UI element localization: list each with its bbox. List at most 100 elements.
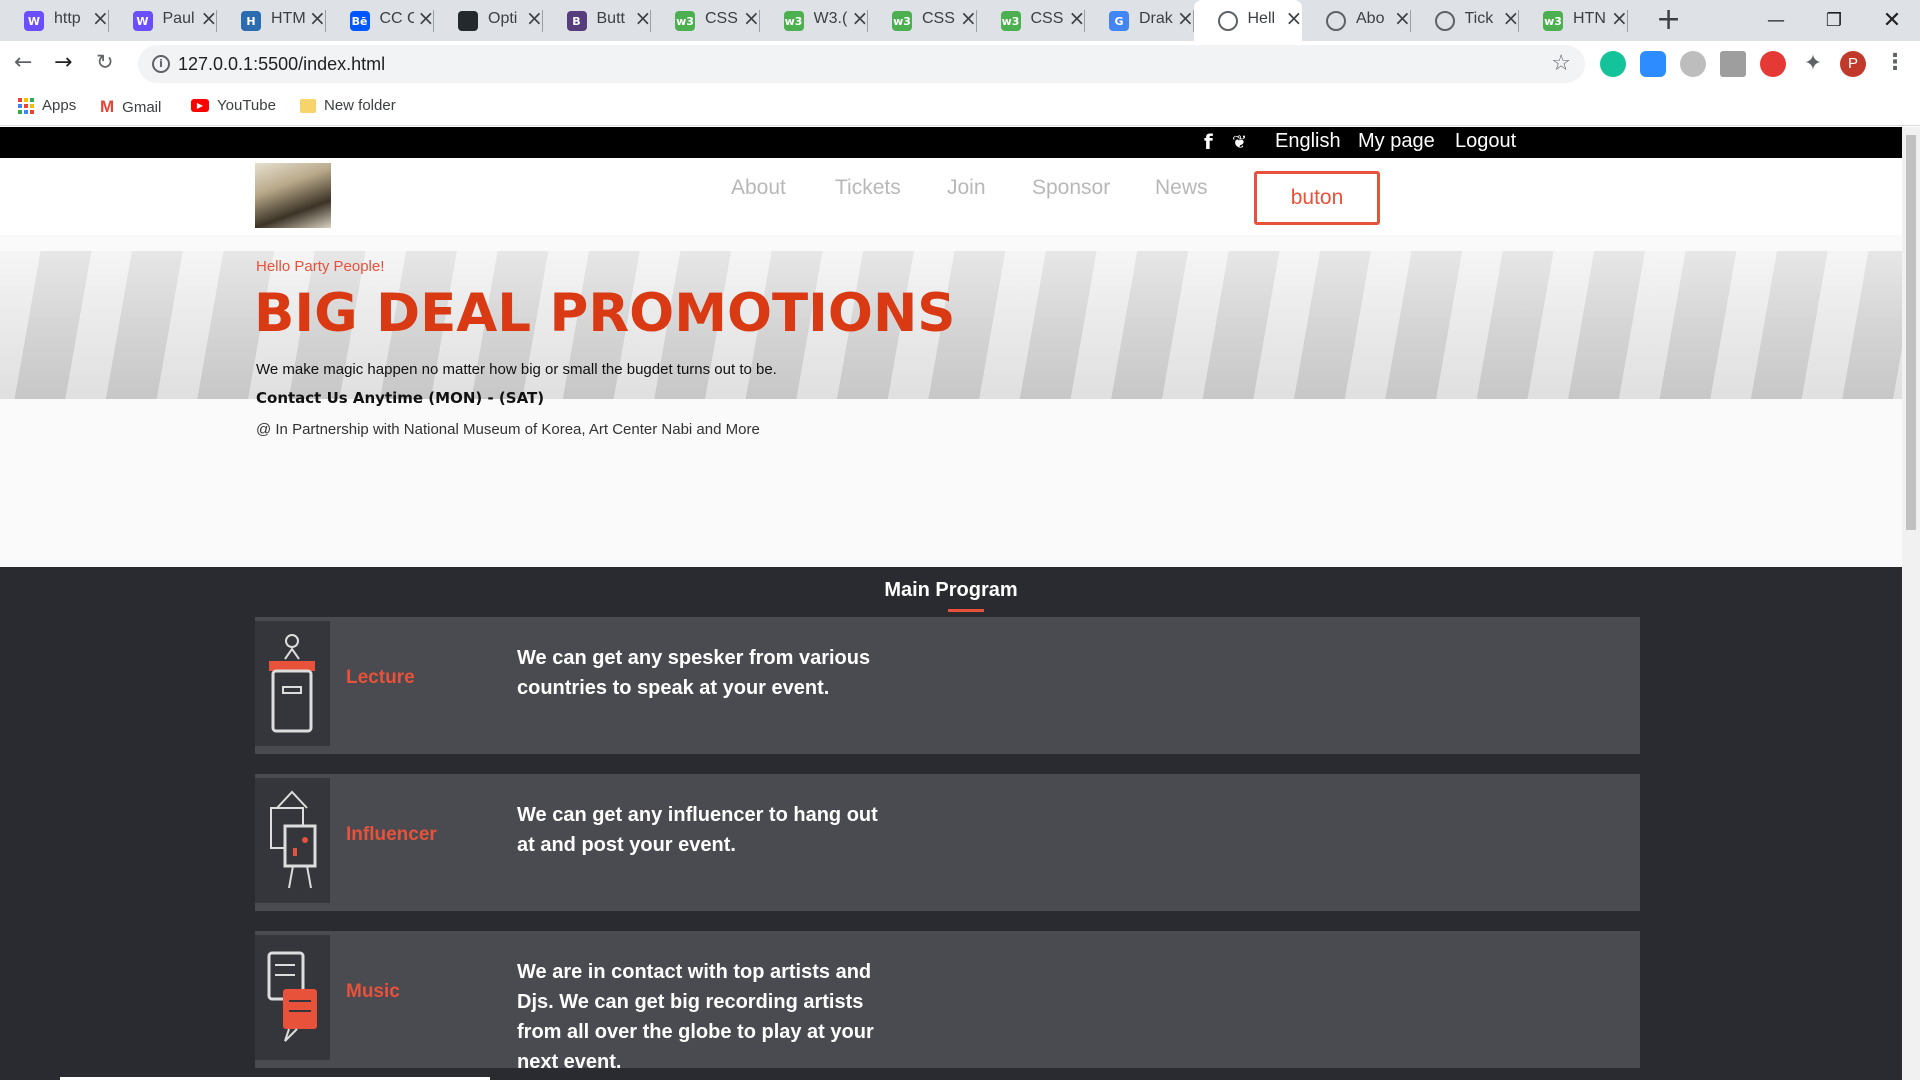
tab-close-icon[interactable]: ×	[852, 6, 869, 30]
hero-contact: Contact Us Anytime (MON) - (SAT)	[256, 389, 545, 407]
program-card-influencer: Influencer We can get any influencer to …	[255, 774, 1640, 911]
bookmark-gmail[interactable]: M Gmail	[100, 97, 161, 117]
tab-close-icon[interactable]: ×	[635, 6, 652, 30]
buton-button[interactable]: buton	[1254, 171, 1380, 225]
tab-title: Butt	[596, 10, 625, 27]
nav-sponsor[interactable]: Sponsor	[1032, 176, 1110, 200]
tab-close-icon[interactable]: ×	[526, 6, 543, 30]
tab-title: CSS	[705, 10, 738, 27]
card-description: We can get any influencer to hang out at…	[517, 804, 878, 856]
site-top-bar: f ❦ English My page Logout	[0, 127, 1902, 158]
tab-close-icon[interactable]: ×	[418, 6, 435, 30]
tab-separator	[1626, 10, 1628, 32]
facebook-icon[interactable]: f	[1204, 130, 1213, 154]
maximize-button[interactable]: ❐	[1808, 0, 1860, 41]
url-text[interactable]: 127.0.0.1:5500/index.html	[178, 54, 385, 75]
program-card-lecture: Lecture We can get any spesker from vari…	[255, 617, 1640, 754]
tab-close-icon[interactable]: ×	[1394, 6, 1411, 30]
nav-news[interactable]: News	[1155, 176, 1208, 200]
tab-title: http	[54, 10, 81, 27]
tab-favicon-icon: H	[241, 11, 261, 31]
forward-arrow-icon[interactable]: →	[54, 50, 72, 75]
minimize-button[interactable]: —	[1750, 0, 1802, 41]
browser-tab[interactable]: w3 CSS ×	[977, 0, 1086, 41]
bookmark-new-folder[interactable]: New folder	[300, 97, 396, 114]
tab-close-icon[interactable]: ×	[1177, 6, 1194, 30]
mail-extension-icon[interactable]	[1720, 51, 1746, 77]
tab-close-icon[interactable]: ×	[960, 6, 977, 30]
tab-close-icon[interactable]: ×	[743, 6, 760, 30]
tab-favicon-icon	[458, 11, 478, 31]
profile-avatar[interactable]: P	[1840, 51, 1866, 77]
extensions-puzzle-icon[interactable]: ✦	[1800, 51, 1826, 77]
browser-tab[interactable]: Abo ×	[1302, 0, 1411, 41]
tab-close-icon[interactable]: ×	[92, 6, 109, 30]
tab-close-icon[interactable]: ×	[1503, 6, 1520, 30]
nav-tickets[interactable]: Tickets	[835, 176, 901, 200]
gmail-icon: M	[100, 97, 115, 116]
reload-icon[interactable]: ↻	[96, 50, 114, 74]
tab-title: HTN	[1573, 10, 1606, 27]
back-arrow-icon[interactable]: ←	[14, 50, 32, 75]
browser-tab[interactable]: w3 CSS ×	[868, 0, 977, 41]
main-program-section: Main Program Lecture We can get any spes…	[0, 567, 1902, 1080]
tab-title: CC C	[379, 10, 414, 27]
tab-favicon-icon: W	[132, 11, 153, 31]
logout-link[interactable]: Logout	[1455, 130, 1516, 153]
chrome-menu-icon[interactable]: ⋮	[1884, 50, 1906, 75]
bookmark-label: Apps	[42, 97, 77, 114]
browser-tab[interactable]: B Butt ×	[543, 0, 652, 41]
k-extension-icon[interactable]	[1680, 51, 1706, 77]
browser-toolbar: ← → ↻ i 127.0.0.1:5500/index.html ☆ ✦ P …	[0, 41, 1920, 89]
nav-join[interactable]: Join	[947, 176, 986, 200]
browser-tab[interactable]: Bē CC C ×	[326, 0, 435, 41]
tab-close-icon[interactable]: ×	[201, 6, 218, 30]
bookmark-label: New folder	[324, 97, 396, 114]
close-window-button[interactable]: ✕	[1866, 0, 1918, 41]
browser-tab[interactable]: Tick ×	[1411, 0, 1520, 41]
language-link[interactable]: English	[1275, 130, 1341, 153]
section-title: Main Program	[884, 579, 1018, 601]
card-description: We are in contact with top artists and D…	[517, 961, 874, 1073]
tab-close-icon[interactable]: ×	[1611, 6, 1628, 30]
youtube-icon: ▶	[191, 99, 209, 112]
new-tab-button[interactable]: +	[1656, 2, 1681, 37]
tab-favicon-icon: w3	[1000, 11, 1021, 31]
tab-favicon-icon: B	[566, 11, 587, 31]
tab-title: CSS	[922, 10, 955, 27]
browser-tab[interactable]: Whttp ×	[0, 0, 109, 41]
browser-tab[interactable]: Opti ×	[434, 0, 543, 41]
bookmark-youtube[interactable]: ▶ YouTube	[191, 97, 276, 114]
browser-tab[interactable]: G Drak ×	[1085, 0, 1194, 41]
tab-favicon-icon: w3	[1543, 11, 1563, 31]
tab-favicon-icon: G	[1109, 11, 1129, 31]
scrollbar-thumb[interactable]	[1906, 135, 1916, 530]
my-page-link[interactable]: My page	[1358, 130, 1435, 153]
bookmark-apps[interactable]: Apps	[18, 97, 76, 114]
adblock-extension-icon[interactable]	[1760, 51, 1786, 77]
browser-tab[interactable]: H HTM ×	[217, 0, 326, 41]
bookmark-star-icon[interactable]: ☆	[1551, 51, 1571, 76]
browser-tab[interactable]: w3 W3.(×	[760, 0, 869, 41]
page-scrollbar[interactable]	[1902, 127, 1920, 1080]
browser-tab[interactable]: w3 CSS ×	[651, 0, 760, 41]
tab-close-icon[interactable]: ×	[1286, 6, 1303, 30]
browser-tab[interactable]: W Paul ×	[109, 0, 218, 41]
tab-title: Drak	[1139, 10, 1173, 27]
browser-tab[interactable]: w3 HTN ×	[1519, 0, 1628, 41]
twitter-icon[interactable]: ❦	[1232, 132, 1247, 153]
tab-close-icon[interactable]: ×	[1069, 6, 1086, 30]
site-info-icon[interactable]: i	[152, 55, 170, 73]
tab-title: Hell	[1247, 10, 1276, 27]
card-title: Influencer	[346, 824, 437, 845]
site-logo[interactable]	[255, 163, 331, 228]
address-bar[interactable]: i 127.0.0.1:5500/index.html ☆	[138, 45, 1585, 83]
zoom-extension-icon[interactable]	[1640, 51, 1666, 77]
card-title: Music	[346, 981, 400, 1002]
browser-tab[interactable]: Hell ×	[1193, 0, 1303, 41]
nav-about[interactable]: About	[731, 176, 786, 200]
grammarly-extension-icon[interactable]	[1600, 51, 1626, 77]
page-viewport: f ❦ English My page Logout About Tickets…	[0, 127, 1902, 1080]
tab-favicon-icon: w3	[892, 11, 912, 31]
tab-close-icon[interactable]: ×	[309, 6, 326, 30]
